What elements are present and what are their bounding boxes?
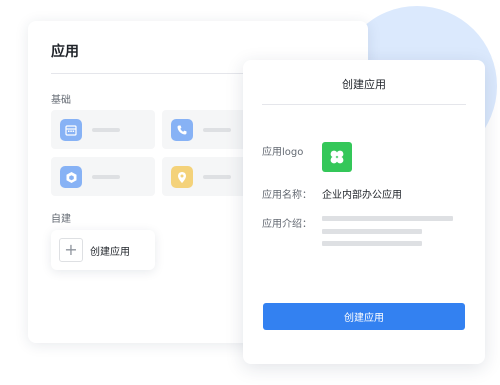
description-placeholder-line	[322, 241, 422, 246]
divider	[262, 104, 466, 105]
cube-icon	[60, 166, 82, 188]
four-petal-logo-icon	[330, 150, 344, 164]
app-name-field[interactable]: 企业内部办公应用	[322, 186, 402, 201]
app-tile-calendar[interactable]	[51, 110, 155, 149]
section-label-basic: 基础	[51, 95, 71, 106]
create-app-dialog: 创建应用 应用logo 应用名称： 企业内部办公应用 应用介绍： 创建应用	[243, 60, 485, 364]
calendar-icon	[60, 119, 82, 141]
create-app-button[interactable]: 创建应用	[263, 303, 465, 330]
create-app-tile-label: 创建应用	[90, 247, 130, 258]
description-placeholder-line	[322, 216, 453, 221]
description-label: 应用介绍：	[262, 219, 312, 230]
description-placeholder-line	[322, 229, 422, 234]
section-label-custom: 自建	[51, 214, 71, 225]
page-title: 应用	[51, 44, 79, 60]
plus-icon: +	[59, 238, 83, 262]
name-label: 应用名称：	[262, 190, 312, 201]
phone-icon	[171, 119, 193, 141]
placeholder-bar	[203, 175, 231, 179]
create-app-tile[interactable]: + 创建应用	[51, 230, 155, 270]
app-logo-picker[interactable]	[322, 142, 352, 172]
placeholder-bar	[92, 128, 120, 132]
logo-label: 应用logo	[262, 147, 304, 158]
dialog-title: 创建应用	[342, 78, 386, 91]
location-pin-icon	[171, 166, 193, 188]
placeholder-bar	[92, 175, 120, 179]
placeholder-bar	[203, 128, 231, 132]
app-tile-cube[interactable]	[51, 157, 155, 196]
